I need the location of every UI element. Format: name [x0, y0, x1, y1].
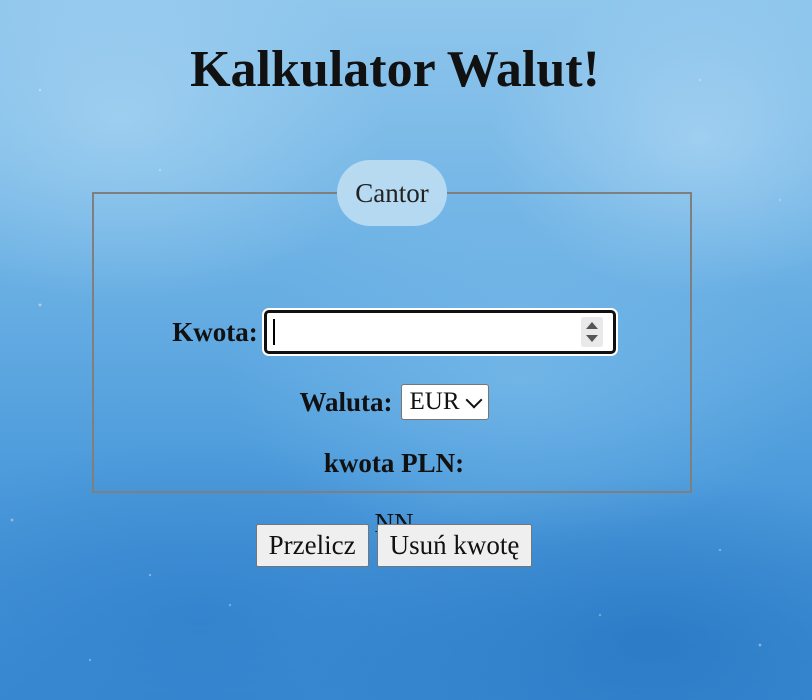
pln-row: kwota PLN: — [94, 448, 694, 479]
cantor-fieldset: Cantor Kwota: Waluta: EUR kwota PLN: NN — [92, 160, 694, 538]
fieldset-legend: Cantor — [337, 160, 447, 226]
page-title: Kalkulator Walut! — [190, 41, 600, 98]
amount-row: Kwota: — [94, 310, 694, 354]
currency-select[interactable]: EUR — [400, 384, 489, 420]
number-spinner[interactable] — [580, 317, 603, 347]
currency-row: Waluta: EUR — [94, 384, 694, 420]
text-caret — [272, 319, 275, 345]
pln-label: kwota PLN: — [323, 448, 465, 478]
clear-amount-button[interactable]: Usuń kwotę — [376, 524, 533, 567]
spin-up-icon[interactable] — [585, 322, 598, 329]
amount-input-wrapper[interactable] — [263, 310, 616, 354]
chevron-down-icon — [465, 391, 482, 408]
action-buttons: Przelicz Usuń kwotę — [0, 524, 788, 567]
amount-label: Kwota: — [172, 316, 258, 347]
spin-down-icon[interactable] — [585, 335, 598, 342]
currency-label: Waluta: — [299, 386, 393, 417]
currency-select-value: EUR — [409, 388, 460, 415]
convert-button[interactable]: Przelicz — [255, 524, 369, 567]
amount-input[interactable] — [270, 316, 575, 348]
